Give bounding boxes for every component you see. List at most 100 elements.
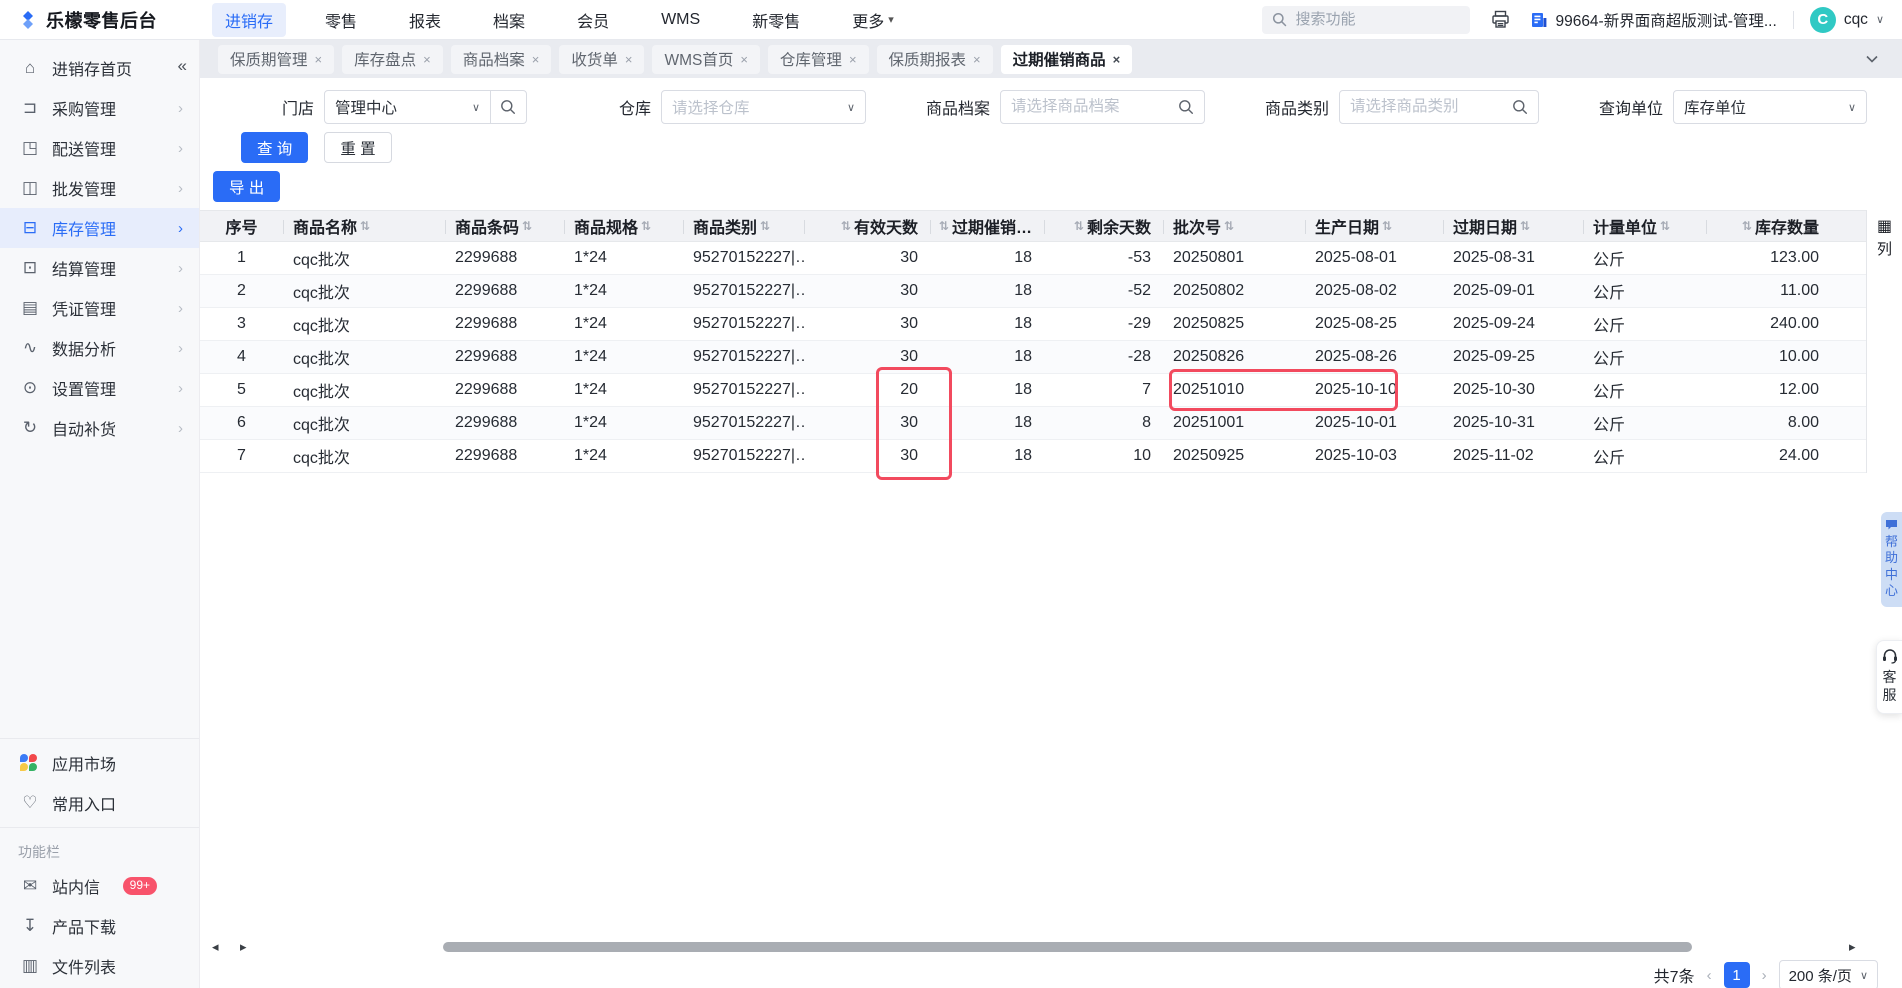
column-header[interactable]: 商品条码 ⇅ [445, 211, 564, 241]
sidebar-item-delivery[interactable]: ◳ 配送管理 › [0, 128, 199, 168]
sidebar-item-downloads[interactable]: ↧ 产品下载 [0, 906, 199, 946]
column-settings-button[interactable]: ▦ 列 [1866, 210, 1902, 473]
sidebar-item-wholesale[interactable]: ◫ 批发管理 › [0, 168, 199, 208]
scroll-right-small-icon[interactable]: ▸ [236, 939, 251, 955]
search-icon[interactable] [1512, 99, 1528, 115]
sidebar-item-inbox[interactable]: ✉ 站内信 99+ [0, 866, 199, 906]
table-row[interactable]: 5 cqc批次 2299688 1*24 95270152227|… 20 18… [200, 374, 1866, 407]
tab-close-icon[interactable]: × [1113, 52, 1121, 67]
column-header[interactable]: 批次号 ⇅ [1163, 211, 1305, 241]
column-header[interactable]: 商品规格 ⇅ [564, 211, 683, 241]
sidebar-item-file-list[interactable]: ▥ 文件列表 [0, 946, 199, 986]
column-header[interactable]: 生产日期 ⇅ [1305, 211, 1443, 241]
search-icon[interactable] [1178, 99, 1194, 115]
tab[interactable]: WMS首页 × [652, 44, 760, 74]
tab-close-icon[interactable]: × [973, 52, 981, 67]
column-header[interactable]: ⇅ 有效天数 [804, 211, 930, 241]
column-header[interactable]: 序号 [200, 211, 283, 241]
tab-list-dropdown[interactable] [1860, 51, 1884, 67]
reset-button[interactable]: 重 置 [324, 132, 392, 163]
cell-product-name: cqc批次 [293, 318, 350, 335]
tab-close-icon[interactable]: × [740, 52, 748, 67]
sidebar-item-voucher[interactable]: ▤ 凭证管理 › [0, 288, 199, 328]
nav-item-baobiao[interactable]: 报表 [396, 3, 454, 37]
tab[interactable]: 库存盘点 × [342, 44, 443, 74]
tab[interactable]: 收货单 × [559, 44, 645, 74]
column-header[interactable]: ⇅ 库存数量 [1706, 211, 1831, 241]
nav-item-lingshou[interactable]: 零售 [312, 3, 370, 37]
warehouse-select[interactable]: 请选择仓库 ∨ [661, 90, 866, 124]
cell-valid-days: 30 [900, 249, 918, 266]
tab-close-icon[interactable]: × [625, 52, 633, 67]
nav-item-wms[interactable]: WMS [648, 6, 713, 34]
column-header[interactable]: 商品类别 ⇅ [683, 211, 804, 241]
tab[interactable]: 仓库管理 × [767, 44, 869, 74]
product-search-input[interactable] [1011, 98, 1178, 116]
nav-item-jinxiaocun[interactable]: 进销存 [212, 2, 287, 37]
category-search-field[interactable] [1339, 90, 1539, 124]
user-menu[interactable]: C cqc ∨ [1809, 6, 1884, 33]
tab-close-icon[interactable]: × [315, 52, 323, 67]
column-header[interactable]: ⇅ 剩余天数 [1044, 211, 1163, 241]
column-header[interactable]: ⇅ 过期催销… [930, 211, 1044, 241]
sidebar-item-settings[interactable]: ⊙ 设置管理 › [0, 368, 199, 408]
sidebar-item-app-market[interactable]: 应用市场 [0, 743, 199, 783]
tab-close-icon[interactable]: × [423, 52, 431, 67]
nav-item-dangan[interactable]: 档案 [480, 3, 538, 37]
org-switcher[interactable]: 99664-新界面商超版测试-管理... [1530, 9, 1777, 31]
column-header[interactable]: 计量单位 ⇅ [1583, 211, 1706, 241]
scroll-left-icon[interactable]: ◂ [208, 939, 223, 955]
export-button[interactable]: 导 出 [213, 171, 281, 202]
page-number-button[interactable]: 1 [1723, 962, 1750, 988]
column-header[interactable]: 过期日期 ⇅ [1443, 211, 1583, 241]
chevron-right-icon: › [178, 259, 183, 277]
sidebar-collapse-button[interactable]: « [178, 56, 187, 76]
prev-page-icon[interactable]: ‹ [1707, 967, 1712, 984]
page-size-select[interactable]: 200 条/页 ∨ [1778, 960, 1878, 988]
tab[interactable]: 过期催销商品 × [1000, 44, 1133, 74]
search-input[interactable] [1295, 11, 1446, 28]
tab[interactable]: 商品档案 × [450, 44, 552, 74]
sidebar-item-settlement[interactable]: ⊡ 结算管理 › [0, 248, 199, 288]
sidebar-item-favorites[interactable]: ♡ 常用入口 [0, 783, 199, 823]
customer-service-tab[interactable]: 客服 [1876, 640, 1902, 715]
store-select[interactable]: 管理中心 ∨ [324, 90, 527, 124]
nav-item-huiyuan[interactable]: 会员 [564, 3, 622, 37]
help-center-tab[interactable]: 帮助中心 [1881, 512, 1902, 607]
table-row[interactable]: 7 cqc批次 2299688 1*24 95270152227|… 30 18… [200, 440, 1866, 473]
tab[interactable]: 保质期报表 × [876, 44, 993, 74]
table-row[interactable]: 2 cqc批次 2299688 1*24 95270152227|… 30 18… [200, 275, 1866, 308]
nav-item-xinlingshou[interactable]: 新零售 [739, 3, 813, 37]
sidebar-item-analytics[interactable]: ∿ 数据分析 › [0, 328, 199, 368]
table-row[interactable]: 1 cqc批次 2299688 1*24 95270152227|… 30 18… [200, 242, 1866, 275]
cell-stock-qty: 240.00 [1770, 315, 1819, 332]
scrollbar-thumb[interactable] [443, 942, 1692, 952]
query-button[interactable]: 查 询 [241, 132, 309, 163]
cell-spec: 1*24 [574, 249, 607, 266]
column-header[interactable]: 商品名称 ⇅ [283, 211, 445, 241]
next-page-icon[interactable]: › [1762, 967, 1767, 984]
category-search-input[interactable] [1350, 98, 1512, 116]
table-row[interactable]: 6 cqc批次 2299688 1*24 95270152227|… 30 18… [200, 407, 1866, 440]
table-row[interactable]: 4 cqc批次 2299688 1*24 95270152227|… 30 18… [200, 341, 1866, 374]
sidebar-item-replenish[interactable]: ↻ 自动补货 › [0, 408, 199, 448]
cell-spec: 1*24 [574, 447, 607, 464]
wholesale-icon: ◫ [21, 178, 39, 197]
print-button[interactable] [1486, 6, 1514, 34]
tab-close-icon[interactable]: × [532, 52, 540, 67]
tab[interactable]: 保质期管理 × [218, 44, 335, 74]
scroll-right-icon[interactable]: ▸ [1845, 939, 1860, 955]
home-icon: ⌂ [24, 58, 36, 77]
sidebar-item-inventory[interactable]: ⊟ 库存管理 › [0, 208, 199, 248]
product-search-field[interactable] [1000, 90, 1205, 124]
global-search[interactable] [1262, 5, 1471, 34]
sidebar-item-home[interactable]: ⌂ 进销存首页 [0, 48, 199, 88]
tab-close-icon[interactable]: × [849, 52, 857, 67]
cell-spec: 1*24 [574, 381, 607, 398]
nav-item-more[interactable]: 更多 ▾ [839, 3, 907, 37]
sidebar-item-purchase[interactable]: ⊐ 采购管理 › [0, 88, 199, 128]
table-body: 1 cqc批次 2299688 1*24 95270152227|… 30 18… [200, 242, 1866, 473]
table-row[interactable]: 3 cqc批次 2299688 1*24 95270152227|… 30 18… [200, 308, 1866, 341]
search-icon[interactable] [500, 99, 516, 115]
unit-select[interactable]: 库存单位 ∨ [1673, 90, 1867, 124]
